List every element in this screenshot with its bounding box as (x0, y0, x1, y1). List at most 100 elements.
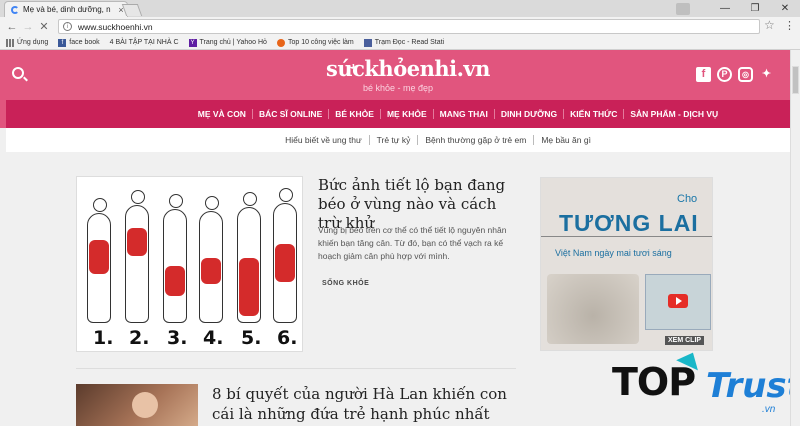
bookmark-top10[interactable]: Top 10 công việc làm (276, 38, 354, 47)
browser-menu-icon[interactable]: ⋮ (784, 19, 795, 32)
watch-clip-button[interactable]: XEM CLIP (665, 336, 705, 345)
ad-top-text: Cho (677, 193, 698, 205)
stop-reload-button[interactable]: ✕ (36, 20, 52, 33)
apps-grid-icon (6, 38, 14, 47)
subnav-tu-ky[interactable]: Trẻ tự kỷ (370, 135, 419, 145)
sub-nav: Hiểu biết về ung thư Trẻ tự kỷ Bệnh thườ… (6, 128, 790, 152)
figure-head (131, 190, 145, 204)
fat-zone (89, 240, 109, 274)
site-header: sứckhỏenhi.vn bé khỏe - mẹ đẹp f P ◎ ✦ (0, 50, 790, 100)
bookmark-yahoo[interactable]: Y Trang chủ | Yahoo Hỏ (188, 38, 267, 47)
bookmark-exercise[interactable]: 4 BÀI TẬP TẠI NHÀ C (110, 39, 179, 46)
page-viewport: sứckhỏenhi.vn bé khỏe - mẹ đẹp f P ◎ ✦ M… (0, 50, 790, 426)
figure-number: 4. (203, 327, 224, 349)
nav-be-khoe[interactable]: BÉ KHỎE (329, 109, 381, 119)
search-icon[interactable] (12, 67, 24, 79)
bookmarks-bar: Ứng dụng f face book 4 BÀI TẬP TẠI NHÀ C … (0, 36, 800, 50)
vertical-scrollbar[interactable] (790, 50, 800, 426)
tab-title: Mẹ và bé, dinh dưỡng, n (23, 5, 111, 14)
fat-zone (239, 258, 259, 316)
gear-flower-icon (276, 38, 285, 47)
figure-head (205, 196, 219, 210)
watermark-top: TOP (612, 360, 696, 404)
close-window-button[interactable]: ✕ (770, 3, 800, 14)
bookmark-apps[interactable]: Ứng dụng (6, 38, 48, 47)
maximize-button[interactable]: ❐ (740, 3, 770, 14)
figure-number: 5. (241, 327, 262, 349)
window-controls: — ❐ ✕ (676, 0, 800, 17)
ad-video-thumbnail[interactable] (645, 274, 711, 330)
figure-number: 2. (129, 327, 150, 349)
fat-zone (275, 244, 295, 282)
loading-icon (11, 5, 19, 14)
url-text: www.suckhoenhi.vn (78, 21, 153, 32)
nav-dinh-duong[interactable]: DINH DƯỠNG (495, 109, 565, 119)
body-figure-5 (237, 192, 261, 323)
article-category[interactable]: SỐNG KHỎE (322, 280, 369, 287)
fat-zone (201, 258, 221, 284)
watermark-trust: Trust (706, 366, 790, 406)
pinterest-icon[interactable]: P (717, 67, 732, 82)
child-face (132, 392, 158, 418)
fat-zone (165, 266, 185, 296)
browser-tab[interactable]: Mẹ và bé, dinh dưỡng, n × (4, 1, 128, 17)
subnav-ung-thu[interactable]: Hiểu biết về ung thư (278, 135, 370, 145)
body-figure-6 (273, 188, 297, 323)
figure-head (169, 194, 183, 208)
nav-kien-thuc[interactable]: KIẾN THỨC (564, 109, 625, 119)
address-bar-row: ← → ✕ i www.suckhoenhi.vn ☆ ⋮ (0, 17, 800, 36)
user-profile-icon[interactable] (676, 2, 690, 15)
social-links: f P ◎ ✦ (696, 67, 774, 82)
figure-head (93, 198, 107, 212)
new-tab-button[interactable] (121, 4, 143, 16)
body-figure-3 (163, 194, 187, 323)
back-button[interactable]: ← (4, 21, 20, 33)
figure-number: 6. (277, 327, 298, 349)
body-figure-1 (87, 198, 111, 323)
toptrust-watermark: TOP Trust .vn (612, 347, 790, 422)
subnav-benh-tre-em[interactable]: Bệnh thường gặp ở trẻ em (418, 135, 535, 145)
figure-number: 1. (93, 327, 114, 349)
instagram-icon[interactable]: ◎ (738, 67, 753, 82)
nav-san-pham[interactable]: SẢN PHẨM - DỊCH VỤ (624, 109, 724, 119)
nav-mang-thai[interactable]: MANG THAI (434, 109, 495, 119)
advertisement-banner[interactable]: Cho TƯƠNG LAI Việt Nam ngày mai tươi sán… (540, 177, 713, 351)
figure-number: 3. (167, 327, 188, 349)
forward-button[interactable]: → (20, 21, 36, 33)
twitter-icon[interactable]: ✦ (759, 67, 774, 82)
nav-me-va-con[interactable]: MẸ VÀ CON (192, 109, 253, 119)
article-divider (76, 368, 516, 369)
figure-head (279, 188, 293, 202)
facebook-icon: f (58, 38, 67, 47)
ad-subline: Việt Nam ngày mai tươi sáng (555, 248, 672, 258)
watermark-domain: .vn (762, 404, 776, 415)
fat-zone (127, 228, 147, 256)
site-tagline: bé khỏe - mẹ đẹp (363, 83, 434, 93)
article-title-2[interactable]: 8 bí quyết của người Hà Lan khiến con cá… (212, 384, 512, 424)
bookmark-star-icon[interactable]: ☆ (764, 18, 775, 32)
scrollbar-thumb[interactable] (792, 66, 799, 94)
article-thumbnail[interactable]: 1. 2. 3. 4. 5. 6. (76, 176, 303, 352)
play-icon[interactable] (668, 294, 688, 308)
site-logo[interactable]: sứckhỏenhi.vn (326, 56, 490, 81)
ad-headline: TƯƠNG LAI (559, 210, 699, 236)
site-info-icon[interactable]: i (63, 22, 72, 31)
nav-bac-si-online[interactable]: BÁC SĨ ONLINE (253, 109, 330, 119)
subnav-me-bau[interactable]: Mẹ bầu ăn gì (534, 135, 598, 145)
tab-strip: Mẹ và bé, dinh dưỡng, n × — ❐ ✕ (0, 0, 800, 17)
bookmark-facebook[interactable]: f face book (58, 38, 100, 47)
ad-background-image (547, 274, 639, 344)
ad-divider (541, 236, 712, 237)
article-thumbnail-2[interactable] (76, 384, 198, 426)
yahoo-icon: Y (188, 38, 197, 47)
featured-article: 1. 2. 3. 4. 5. 6. Bức ảnh tiết lộ bạn đa… (76, 176, 516, 352)
figure-head (243, 192, 257, 206)
nav-me-khoe[interactable]: MẸ KHỎE (381, 109, 434, 119)
main-nav: MẸ VÀ CON BÁC SĨ ONLINE BÉ KHỎE MẸ KHỎE … (6, 100, 790, 128)
facebook-icon[interactable]: f (696, 67, 711, 82)
minimize-button[interactable]: — (710, 3, 740, 14)
bookmark-tramdoc[interactable]: Trạm Đọc - Read Stati (363, 38, 444, 47)
article-description: Vùng bị béo trên cơ thể có thể tiết lộ n… (318, 225, 507, 261)
url-input[interactable]: i www.suckhoenhi.vn (58, 19, 760, 34)
body-figure-4 (199, 196, 223, 323)
